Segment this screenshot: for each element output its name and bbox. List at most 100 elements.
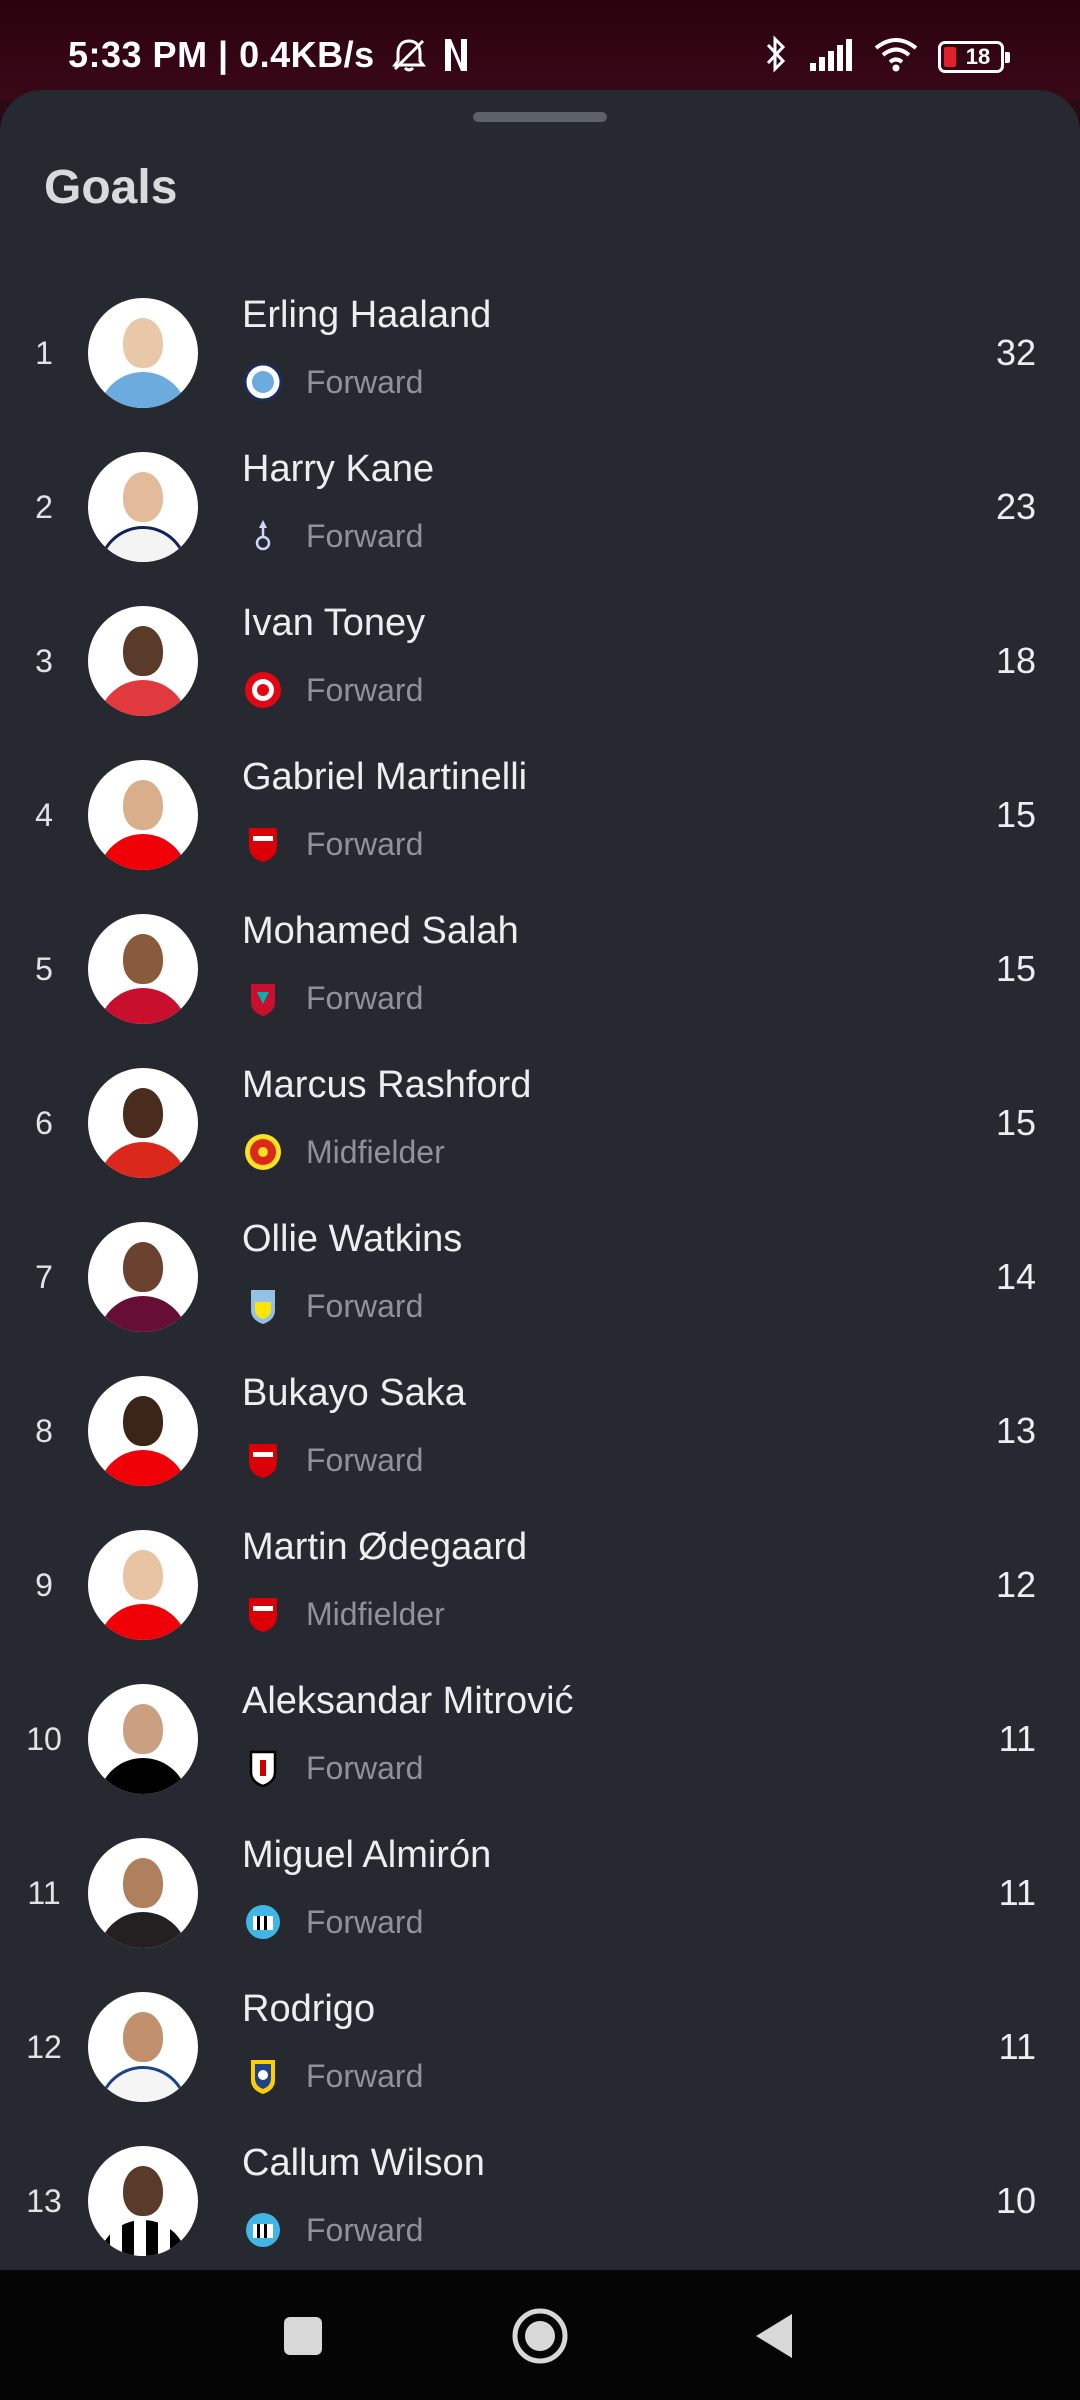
player-rank: 5	[35, 950, 53, 987]
recents-square-icon[interactable]	[273, 2306, 333, 2366]
status-bar: 5:33 PM | 0.4KB/s 18	[0, 0, 1080, 100]
player-name: Mohamed Salah	[242, 910, 519, 952]
player-row[interactable]: 6 Marcus Rashford Midfielder 15	[0, 1046, 1080, 1200]
drag-handle[interactable]	[473, 112, 607, 122]
player-position: Forward	[306, 517, 424, 554]
arsenal-crest-icon	[242, 1439, 284, 1481]
bluetooth-icon	[762, 34, 790, 79]
goals-value: 11	[998, 1872, 1036, 1913]
home-circle-icon[interactable]	[510, 2306, 570, 2366]
goals-value: 15	[995, 1102, 1036, 1143]
status-left: 5:33 PM | 0.4KB/s	[68, 34, 469, 76]
brentford-crest-icon	[242, 669, 284, 711]
player-row[interactable]: 3 Ivan Toney Forward 18	[0, 584, 1080, 738]
player-position: Forward	[306, 1903, 424, 1940]
player-name: Bukayo Saka	[242, 1372, 466, 1414]
player-row[interactable]: 13 Callum Wilson Forward 10	[0, 2124, 1080, 2278]
player-name: Martin Ødegaard	[242, 1526, 528, 1568]
player-name: Callum Wilson	[242, 2142, 485, 2184]
player-avatar	[88, 298, 198, 408]
player-list[interactable]: 1 Erling Haaland Forward 32 2 Harry Kane	[0, 276, 1080, 2278]
navigation-bar	[0, 2270, 1080, 2400]
goals-value: 32	[995, 332, 1036, 373]
player-rank: 9	[35, 1566, 53, 1603]
player-position: Forward	[306, 2211, 424, 2248]
newcastle-crest-icon	[242, 2209, 284, 2251]
player-rank: 7	[35, 1258, 53, 1295]
goals-value: 15	[995, 794, 1036, 835]
player-row[interactable]: 10 Aleksandar Mitrović Forward 11	[0, 1662, 1080, 1816]
goals-value: 13	[995, 1410, 1036, 1451]
newcastle-crest-icon	[242, 1901, 284, 1943]
arsenal-crest-icon	[242, 1593, 284, 1635]
signal-icon	[808, 37, 854, 76]
goals-value: 23	[995, 486, 1036, 527]
player-avatar	[88, 1992, 198, 2102]
player-name: Aleksandar Mitrović	[242, 1680, 574, 1722]
netflix-icon	[443, 37, 469, 73]
player-name: Marcus Rashford	[242, 1064, 532, 1106]
player-name: Rodrigo	[242, 1988, 376, 2030]
tottenham-crest-icon	[242, 515, 284, 557]
fulham-crest-icon	[242, 1747, 284, 1789]
player-row[interactable]: 11 Miguel Almirón Forward 11	[0, 1816, 1080, 1970]
player-row[interactable]: 2 Harry Kane Forward 23	[0, 430, 1080, 584]
player-position: Forward	[306, 2057, 424, 2094]
goals-value: 10	[995, 2180, 1036, 2221]
player-position: Forward	[306, 1287, 424, 1324]
player-position: Forward	[306, 671, 424, 708]
player-rank: 8	[35, 1412, 53, 1449]
player-position: Midfielder	[306, 1133, 445, 1170]
player-rank: 6	[35, 1104, 53, 1141]
alarm-off-icon	[389, 35, 429, 75]
goals-value: 14	[995, 1256, 1036, 1297]
goals-value: 11	[998, 1718, 1036, 1759]
player-avatar	[88, 1838, 198, 1948]
player-position: Midfielder	[306, 1595, 445, 1632]
leeds-crest-icon	[242, 2055, 284, 2097]
player-name: Gabriel Martinelli	[242, 756, 528, 798]
player-row[interactable]: 5 Mohamed Salah Forward 15	[0, 892, 1080, 1046]
battery-icon: 18	[938, 40, 1010, 73]
player-position: Forward	[306, 1749, 424, 1786]
man-united-crest-icon	[242, 1131, 284, 1173]
player-avatar	[88, 1684, 198, 1794]
player-row[interactable]: 12 Rodrigo Forward 11	[0, 1970, 1080, 2124]
player-avatar	[88, 914, 198, 1024]
player-row[interactable]: 4 Gabriel Martinelli Forward 15	[0, 738, 1080, 892]
player-rank: 2	[35, 488, 53, 525]
back-triangle-icon[interactable]	[746, 2306, 806, 2366]
liverpool-crest-icon	[242, 977, 284, 1019]
sheet-title: Goals	[44, 161, 178, 214]
player-rank: 4	[35, 796, 53, 833]
player-avatar	[88, 1222, 198, 1332]
aston-villa-crest-icon	[242, 1285, 284, 1327]
player-rank: 12	[26, 2028, 62, 2065]
goals-value: 15	[995, 948, 1036, 989]
player-row[interactable]: 9 Martin Ødegaard Midfielder 12	[0, 1508, 1080, 1662]
player-avatar	[88, 2146, 198, 2256]
player-rank: 1	[35, 334, 53, 371]
status-right: 18	[762, 34, 1010, 79]
player-position: Forward	[306, 363, 424, 400]
man-city-crest-icon	[242, 361, 284, 403]
player-position: Forward	[306, 1441, 424, 1478]
wifi-icon	[872, 36, 920, 77]
player-rank: 10	[26, 1720, 62, 1757]
player-avatar	[88, 760, 198, 870]
player-row[interactable]: 1 Erling Haaland Forward 32	[0, 276, 1080, 430]
player-avatar	[88, 606, 198, 716]
player-avatar	[88, 1530, 198, 1640]
player-name: Ivan Toney	[242, 602, 426, 644]
player-rank: 13	[26, 2182, 62, 2219]
player-row[interactable]: 8 Bukayo Saka Forward 13	[0, 1354, 1080, 1508]
stats-sheet: Goals 1 Erling Haaland Forward 32 2 Harr…	[0, 90, 1080, 2270]
player-position: Forward	[306, 825, 424, 862]
player-name: Miguel Almirón	[242, 1834, 492, 1876]
arsenal-crest-icon	[242, 823, 284, 865]
player-rank: 3	[35, 642, 53, 679]
player-row[interactable]: 7 Ollie Watkins Forward 14	[0, 1200, 1080, 1354]
player-position: Forward	[306, 979, 424, 1016]
goals-value: 11	[998, 2026, 1036, 2067]
goals-value: 18	[995, 640, 1036, 681]
